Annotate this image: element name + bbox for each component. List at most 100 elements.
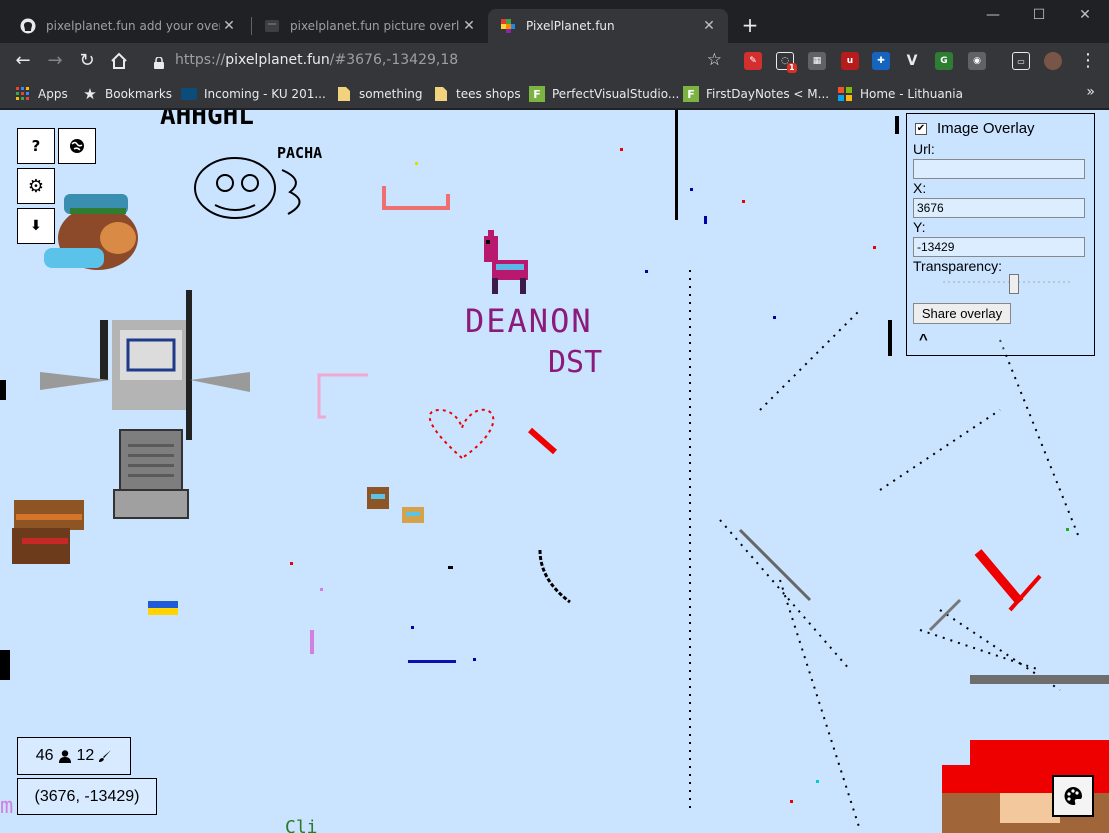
share-overlay-button[interactable]: Share overlay (913, 303, 1011, 324)
settings-gear-icon[interactable]: ⚙ (17, 168, 55, 204)
cast-icon[interactable]: ▭ (1012, 52, 1030, 70)
palette-icon (1063, 786, 1083, 806)
online-stats-box: 46 12 (17, 737, 131, 775)
overlay-title: Image Overlay (937, 120, 1035, 137)
bookmark-star-icon[interactable]: ☆ (707, 50, 722, 70)
star-icon: ★ (83, 85, 97, 103)
home-icon[interactable] (107, 49, 131, 73)
bookmark-label: FirstDayNotes < M... (706, 87, 830, 101)
close-tab-icon[interactable]: ✕ (460, 18, 478, 34)
url-scheme: https:// (175, 52, 226, 68)
overlay-url-input[interactable] (913, 159, 1085, 179)
y-label: Y: (913, 219, 926, 235)
bookmark-incoming[interactable]: Incoming - KU 201... (181, 85, 326, 103)
tab-title: pixelplanet.fun picture overlay (290, 19, 460, 33)
menu-kebab-icon[interactable]: ⋮ (1076, 49, 1100, 73)
close-tab-icon[interactable]: ✕ (220, 18, 238, 34)
online-count: 46 (35, 747, 54, 764)
cross-extension-icon[interactable]: ✚ (872, 52, 890, 70)
tab-title: PixelPlanet.fun (526, 19, 615, 33)
grammar-extension-icon[interactable]: G (935, 52, 953, 70)
transparency-slider-track[interactable] (943, 281, 1073, 283)
bookmark-home-lithuania[interactable]: Home - Lithuania (837, 85, 963, 103)
bookmark-label: something (359, 87, 423, 101)
forward-arrow-icon[interactable]: → (43, 49, 67, 73)
tab-strip: pixelplanet.fun add your overlay ✕ pixel… (0, 0, 1109, 43)
pixel-count: 12 (76, 747, 95, 764)
browser-toolbar: ← → ↻ https://pixelplanet.fun/#3676,-134… (0, 43, 1109, 79)
ublock-icon[interactable]: u (841, 52, 859, 70)
bookmark-label: Home - Lithuania (860, 87, 963, 101)
tab-overlay-github[interactable]: pixelplanet.fun add your overlay ✕ (8, 9, 248, 43)
user-icon (58, 749, 71, 763)
folder-icon (433, 86, 449, 102)
map-pin-extension-icon[interactable]: ◉ (968, 52, 986, 70)
extension-icon[interactable]: ◌ 1 (776, 52, 797, 73)
calendar-extension-icon[interactable]: ▦ (808, 52, 826, 70)
tab-picture-overlay[interactable]: pixelplanet.fun picture overlay ✕ (252, 9, 488, 43)
coordinates-display: (3676, -13429) (17, 778, 157, 815)
collapse-chevron-icon[interactable]: ^ (919, 331, 928, 348)
generic-page-icon (264, 18, 280, 34)
tab-pixelplanet[interactable]: PixelPlanet.fun ✕ (488, 9, 728, 43)
palette-button[interactable] (1052, 775, 1094, 817)
help-button[interactable]: ? (17, 128, 55, 164)
bookmarks-bar: Apps ★ Bookmarks Incoming - KU 201... so… (0, 79, 1109, 109)
pixelplanet-icon (500, 18, 516, 34)
bookmarks-overflow-icon[interactable]: » (1086, 84, 1095, 100)
bookmark-tees-shops[interactable]: tees shops (433, 85, 521, 103)
bookmark-apps[interactable]: Apps (15, 85, 68, 103)
avatar[interactable] (1044, 52, 1062, 70)
lock-icon (154, 54, 164, 69)
download-icon[interactable]: ⬇ (17, 208, 55, 244)
pixel-canvas[interactable]: AHHGHL PACHA DEANON DST m Cli ? ⚙ ⬇ ✔ Im… (0, 110, 1109, 833)
tab-title: pixelplanet.fun add your overlay (46, 19, 220, 33)
close-tab-icon[interactable]: ✕ (700, 18, 718, 34)
art-deanon: DEANON (465, 302, 593, 340)
new-tab-button[interactable]: + (738, 13, 762, 37)
bookmark-label: Apps (38, 87, 68, 101)
transparency-label: Transparency: (913, 258, 1002, 274)
minimize-button[interactable]: — (970, 4, 1016, 26)
folder-icon (336, 86, 352, 102)
back-arrow-icon[interactable]: ← (11, 49, 35, 73)
globe-icon[interactable] (58, 128, 96, 164)
v-extension-icon[interactable]: V (903, 52, 921, 70)
image-overlay-panel: ✔ Image Overlay Url: X: 3676 Y: -13429 T… (906, 113, 1095, 356)
overlay-title-row: ✔ Image Overlay (915, 120, 1035, 137)
microsoft-icon (837, 86, 853, 102)
maximize-button[interactable]: ☐ (1016, 4, 1062, 26)
art-top-word: AHHGHL (160, 110, 254, 131)
address-bar[interactable]: https://pixelplanet.fun/#3676,-13429,18 … (142, 47, 732, 75)
svg-text:m: m (0, 794, 13, 819)
url-label: Url: (913, 141, 935, 157)
bookmark-bookmarks[interactable]: ★ Bookmarks (82, 85, 172, 103)
url-path: /#3676,-13429,18 (329, 52, 459, 68)
x-label: X: (913, 180, 927, 196)
transparency-slider-thumb[interactable] (1009, 274, 1019, 294)
url-text: https://pixelplanet.fun/#3676,-13429,18 (175, 52, 458, 68)
extension-badge: 1 (787, 63, 797, 73)
art-dst: DST (548, 345, 602, 380)
bookmark-label: tees shops (456, 87, 521, 101)
reload-icon[interactable]: ↻ (75, 49, 99, 73)
f-icon: F (529, 86, 545, 102)
mail-icon (181, 86, 197, 102)
apps-grid-icon (15, 86, 31, 102)
url-host: pixelplanet.fun (225, 52, 330, 68)
bookmark-label: PerfectVisualStudio... (552, 87, 680, 101)
overlay-x-input[interactable]: 3676 (913, 198, 1085, 218)
overlay-enable-checkbox[interactable]: ✔ (915, 122, 927, 135)
svg-text:Cli: Cli (285, 817, 318, 833)
close-window-button[interactable]: ✕ (1062, 4, 1108, 26)
art-small-word: PACHA (277, 144, 322, 162)
f-icon: F (683, 86, 699, 102)
bookmark-label: Bookmarks (105, 87, 173, 101)
bookmark-something[interactable]: something (336, 85, 423, 103)
pin-extension-icon[interactable]: ✎ (744, 52, 762, 70)
github-icon (20, 18, 36, 34)
paintbrush-icon (98, 749, 112, 763)
bookmark-perfectvisualstudio[interactable]: F PerfectVisualStudio... (529, 85, 679, 103)
bookmark-firstdaynotes[interactable]: F FirstDayNotes < M... (683, 85, 829, 103)
overlay-y-input[interactable]: -13429 (913, 237, 1085, 257)
